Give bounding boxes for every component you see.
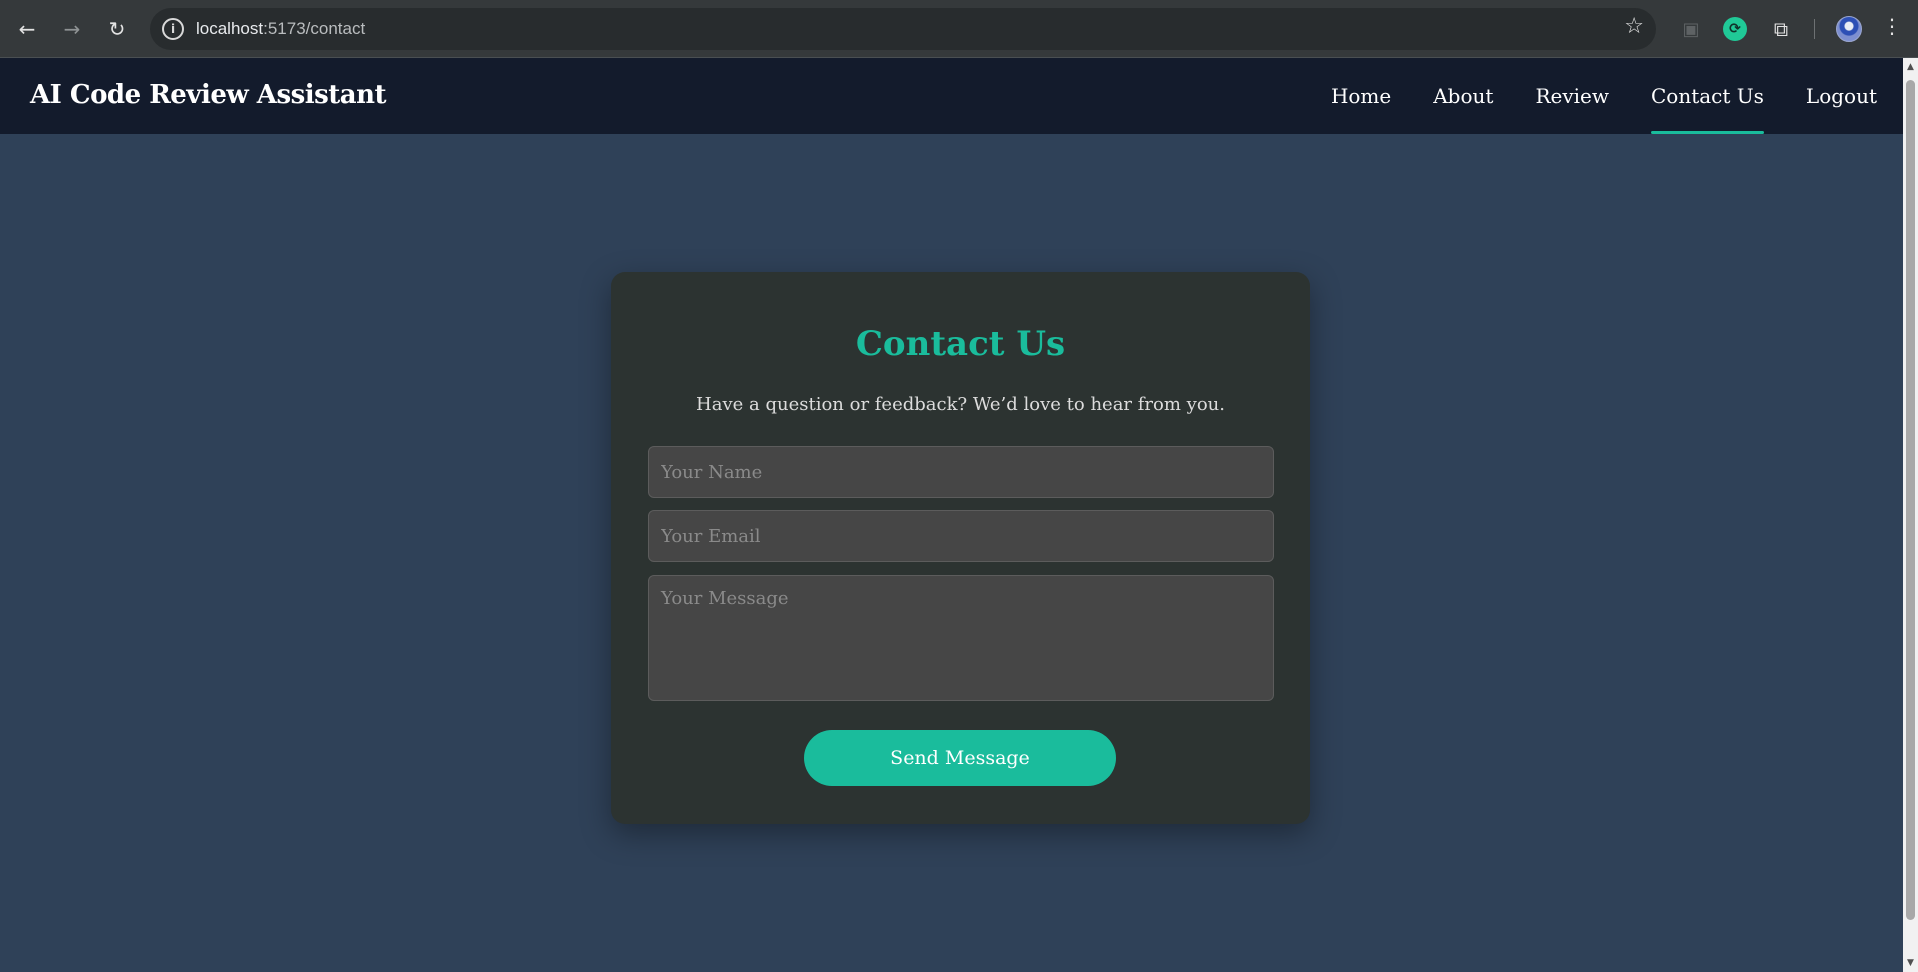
kebab-menu-icon[interactable]: ⋮ <box>1882 14 1902 38</box>
brand-title[interactable]: AI Code Review Assistant <box>30 80 387 110</box>
url-host: localhost <box>196 19 264 38</box>
scroll-up-icon[interactable]: ▲ <box>1903 60 1918 74</box>
name-input[interactable] <box>648 446 1274 498</box>
reload-icon[interactable]: ↻ <box>101 13 133 45</box>
bookmark-star-icon[interactable]: ☆ <box>1624 14 1644 39</box>
extensions-puzzle-icon[interactable]: ⧉ <box>1766 14 1796 44</box>
url-text[interactable]: localhost:5173/contact <box>196 19 365 39</box>
nav-links: Home About Review Contact Us Logout <box>1289 58 1877 134</box>
page-scrollbar[interactable]: ▲ ▼ <box>1903 58 1918 972</box>
profile-avatar[interactable] <box>1836 16 1862 42</box>
nav-link-about[interactable]: About <box>1433 58 1493 134</box>
contact-title: Contact Us <box>855 324 1066 364</box>
contact-subtitle: Have a question or feedback? We’d love t… <box>696 394 1225 415</box>
scroll-down-icon[interactable]: ▼ <box>1903 956 1918 970</box>
app-navbar: AI Code Review Assistant Home About Revi… <box>0 58 1903 134</box>
browser-toolbar: ← → ↻ i localhost:5173/contact ☆ ▣ ⟳ ⧉ ⋮ <box>0 0 1918 58</box>
toolbar-divider <box>1814 19 1815 39</box>
contact-card: Contact Us Have a question or feedback? … <box>611 272 1310 824</box>
extension-green-icon[interactable]: ⟳ <box>1723 17 1747 41</box>
nav-link-contact-us[interactable]: Contact Us <box>1651 58 1764 134</box>
email-input[interactable] <box>648 510 1274 562</box>
nav-link-review[interactable]: Review <box>1535 58 1609 134</box>
extension-grey-icon[interactable]: ▣ <box>1676 14 1706 44</box>
address-bar[interactable]: i localhost:5173/contact ☆ <box>150 8 1656 50</box>
site-info-icon[interactable]: i <box>162 18 184 40</box>
scroll-thumb[interactable] <box>1906 80 1915 920</box>
forward-arrow-icon[interactable]: → <box>56 13 88 45</box>
nav-link-logout[interactable]: Logout <box>1806 58 1877 134</box>
url-path: :5173/contact <box>263 19 366 38</box>
back-arrow-icon[interactable]: ← <box>11 13 43 45</box>
nav-link-home[interactable]: Home <box>1331 58 1391 134</box>
send-message-button[interactable]: Send Message <box>804 730 1116 786</box>
message-textarea[interactable] <box>648 575 1274 701</box>
